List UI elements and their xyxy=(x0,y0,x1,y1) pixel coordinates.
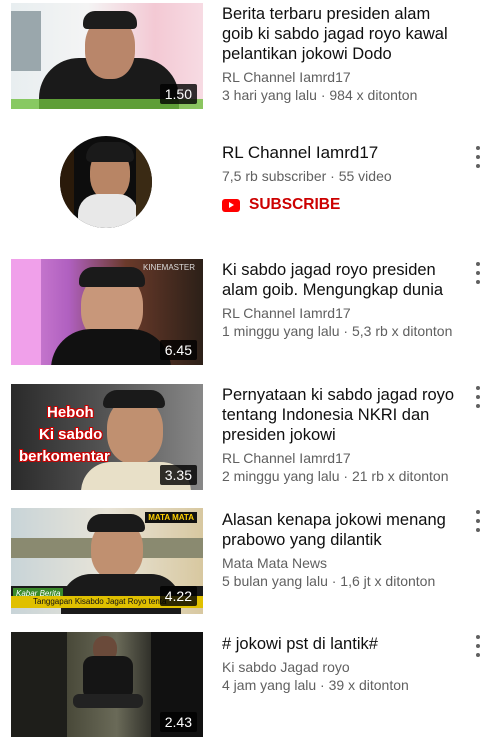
more-options-icon[interactable] xyxy=(472,635,484,657)
channel-name[interactable]: RL Channel Iamrd17 xyxy=(222,449,462,467)
youtube-play-icon xyxy=(222,198,240,212)
more-options-icon[interactable] xyxy=(472,146,484,168)
thumbnail-watermark: KINEMASTER xyxy=(142,263,195,272)
video-thumbnail[interactable]: MATA MATA Kabar Berita Tanggapan Kisabdo… xyxy=(11,508,203,614)
thumbnail-overlay-text: Heboh xyxy=(47,404,94,421)
more-options-icon[interactable] xyxy=(472,386,484,408)
video-title[interactable]: Ki sabdo jagad royo presiden alam goib. … xyxy=(222,260,462,300)
video-duration: 4.22 xyxy=(159,586,197,606)
video-stats: 5 bulan yang lalu · 1,6 jt x ditonton xyxy=(222,573,436,589)
channel-name[interactable]: RL Channel Iamrd17 xyxy=(222,68,462,86)
thumbnail-overlay-text: berkomentar xyxy=(19,448,110,465)
video-stats: 4 jam yang lalu · 39 x ditonton xyxy=(222,677,409,693)
video-title[interactable]: Pernyataan ki sabdo jagad royo tentang I… xyxy=(222,385,462,445)
video-duration: 1.50 xyxy=(159,84,197,104)
channel-stats: 7,5 rb subscriber · 55 video xyxy=(222,168,392,184)
thumbnail-overlay-text: Ki sabdo xyxy=(39,426,103,443)
video-title[interactable]: # jokowi pst di lantik# xyxy=(222,634,462,654)
channel-name[interactable]: RL Channel Iamrd17 xyxy=(222,304,462,322)
channel-title[interactable]: RL Channel Iamrd17 xyxy=(222,143,378,163)
video-thumbnail[interactable]: 1.50 xyxy=(11,3,203,109)
video-duration: 2.43 xyxy=(159,712,197,732)
video-thumbnail[interactable]: Heboh Ki sabdo berkomentar 3.35 xyxy=(11,384,203,490)
video-stats: 2 minggu yang lalu · 21 rb x ditonton xyxy=(222,468,449,484)
video-duration: 6.45 xyxy=(159,340,197,360)
video-thumbnail[interactable]: 2.43 xyxy=(11,632,203,737)
more-options-icon[interactable] xyxy=(472,510,484,532)
video-title[interactable]: Alasan kenapa jokowi menang prabowo yang… xyxy=(222,510,462,550)
subscribe-label: SUBSCRIBE xyxy=(249,196,341,213)
subscribe-button[interactable]: SUBSCRIBE xyxy=(222,196,340,214)
channel-name[interactable]: Ki sabdo Jagad royo xyxy=(222,658,462,676)
thumbnail-logo: MATA MATA xyxy=(145,512,197,523)
video-duration: 3.35 xyxy=(159,465,197,485)
video-stats: 3 hari yang lalu · 984 x ditonton xyxy=(222,87,418,103)
channel-avatar[interactable] xyxy=(60,136,152,228)
video-title[interactable]: Berita terbaru presiden alam goib ki sab… xyxy=(222,4,462,64)
video-stats: 1 minggu yang lalu · 5,3 rb x ditonton xyxy=(222,323,453,339)
thumbnail-banner: Tanggapan Kisabdo Jagat Royo tenta xyxy=(33,597,167,606)
channel-name[interactable]: Mata Mata News xyxy=(222,554,462,572)
more-options-icon[interactable] xyxy=(472,262,484,284)
video-thumbnail[interactable]: KINEMASTER 6.45 xyxy=(11,259,203,365)
